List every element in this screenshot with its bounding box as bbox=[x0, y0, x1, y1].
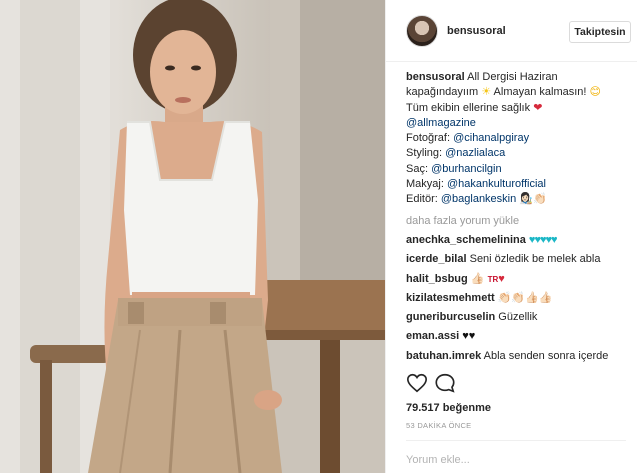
divider bbox=[406, 440, 626, 441]
black-hearts-emoji-icon: ♥♥ bbox=[462, 330, 476, 343]
comment-username[interactable]: halit_bsbug bbox=[406, 273, 468, 285]
comment-text: Güzellik bbox=[495, 311, 538, 324]
mention-allmagazine[interactable]: @allmagazine bbox=[406, 117, 476, 129]
instagram-post: bensusoral Takiptesin bensusoral All Der… bbox=[0, 0, 637, 473]
blue-hearts-emoji-icon: ♥♥♥♥♥ bbox=[528, 233, 558, 246]
mention-makeup[interactable]: @hakankulturofficial bbox=[447, 178, 546, 190]
smile-emoji-icon: 😊 bbox=[589, 86, 601, 99]
mention-hair[interactable]: @burhancilgin bbox=[431, 163, 502, 175]
styling-credit-label: Styling: bbox=[406, 147, 446, 160]
caption-text-2: kapağındayıım bbox=[406, 86, 479, 99]
clap-emoji-icon: 👏🏻👏🏻👍🏻👍🏻 bbox=[497, 291, 553, 304]
comment-item: batuhan.imrek Abla senden sonra içerde bbox=[406, 349, 634, 364]
makeup-credit-label: Makyaj: bbox=[406, 178, 447, 191]
mention-stylist[interactable]: @nazlialaca bbox=[445, 147, 505, 159]
comment-text: Abla senden sonra içerde bbox=[481, 349, 609, 362]
comment-item: icerde_bilal Seni özledik be melek abla bbox=[406, 252, 634, 267]
comments-section: bensusoral All Dergisi Haziran kapağında… bbox=[406, 70, 634, 366]
mention-editor[interactable]: @baglankeskin bbox=[441, 193, 516, 205]
hair-credit-label: Saç: bbox=[406, 162, 432, 175]
red-heart-emoji-icon: ❤ bbox=[533, 101, 543, 114]
likes-count[interactable]: 79.517 beğenme bbox=[406, 402, 491, 414]
load-more-comments-link[interactable]: daha fazla yorum yükle bbox=[406, 214, 634, 229]
heart-icon[interactable] bbox=[406, 372, 428, 394]
caption-text-2b: Almayan kalmasın! bbox=[491, 86, 587, 99]
comment-text: Seni özledik be melek abla bbox=[466, 253, 601, 266]
add-comment-input[interactable] bbox=[406, 451, 616, 469]
following-button[interactable]: Takiptesin bbox=[569, 21, 631, 43]
comment-username[interactable]: anechka_schemelinina bbox=[406, 234, 526, 246]
comment-username[interactable]: guneriburcuselin bbox=[406, 311, 495, 323]
caption-text-3: Tüm ekibin ellerine sağlık bbox=[406, 101, 531, 114]
comment-item: kizilatesmehmett 👏🏻👏🏻👍🏻👍🏻 bbox=[406, 291, 634, 306]
post-photo-illustration bbox=[0, 0, 385, 473]
editor-credit-label: Editör: bbox=[406, 193, 441, 206]
post-timestamp[interactable]: 53 DAKİKA ÖNCE bbox=[406, 421, 471, 430]
comment-item: anechka_schemelinina ♥♥♥♥♥ bbox=[406, 233, 634, 248]
comment-username[interactable]: kizilatesmehmett bbox=[406, 292, 495, 304]
post-photo[interactable] bbox=[0, 0, 385, 473]
mention-photographer[interactable]: @cihanalpgiray bbox=[453, 132, 529, 144]
avatar[interactable] bbox=[406, 15, 438, 47]
post-header: bensusoral Takiptesin bbox=[386, 0, 637, 62]
sun-emoji-icon: ☀ bbox=[481, 86, 492, 99]
comment-icon[interactable] bbox=[434, 372, 456, 394]
turkey-flag-icon: TR bbox=[487, 274, 499, 284]
red-heart-emoji-icon: ♥ bbox=[498, 272, 505, 285]
post-side-panel: bensusoral Takiptesin bensusoral All Der… bbox=[385, 0, 637, 473]
caption-username[interactable]: bensusoral bbox=[406, 71, 465, 83]
comment-username[interactable]: eman.assi bbox=[406, 330, 459, 342]
comment-username[interactable]: batuhan.imrek bbox=[406, 350, 481, 362]
post-actions bbox=[406, 372, 626, 396]
caption-text-1: All Dergisi Haziran bbox=[464, 71, 558, 83]
caption: bensusoral All Dergisi Haziran kapağında… bbox=[406, 70, 634, 208]
comment-item: halit_bsbug 👍🏻 TR♥ bbox=[406, 272, 634, 287]
comment-item: guneriburcuselin Güzellik bbox=[406, 310, 634, 325]
comment-username[interactable]: icerde_bilal bbox=[406, 253, 467, 265]
comment-item: eman.assi ♥♥ bbox=[406, 329, 634, 344]
editor-emoji-icon: 👩🏻‍🎨👏🏻 bbox=[519, 193, 547, 206]
photo-credit-label: Fotoğraf: bbox=[406, 132, 454, 145]
thumbs-up-emoji-icon: 👍🏻 bbox=[470, 272, 485, 285]
header-username[interactable]: bensusoral bbox=[447, 25, 506, 37]
